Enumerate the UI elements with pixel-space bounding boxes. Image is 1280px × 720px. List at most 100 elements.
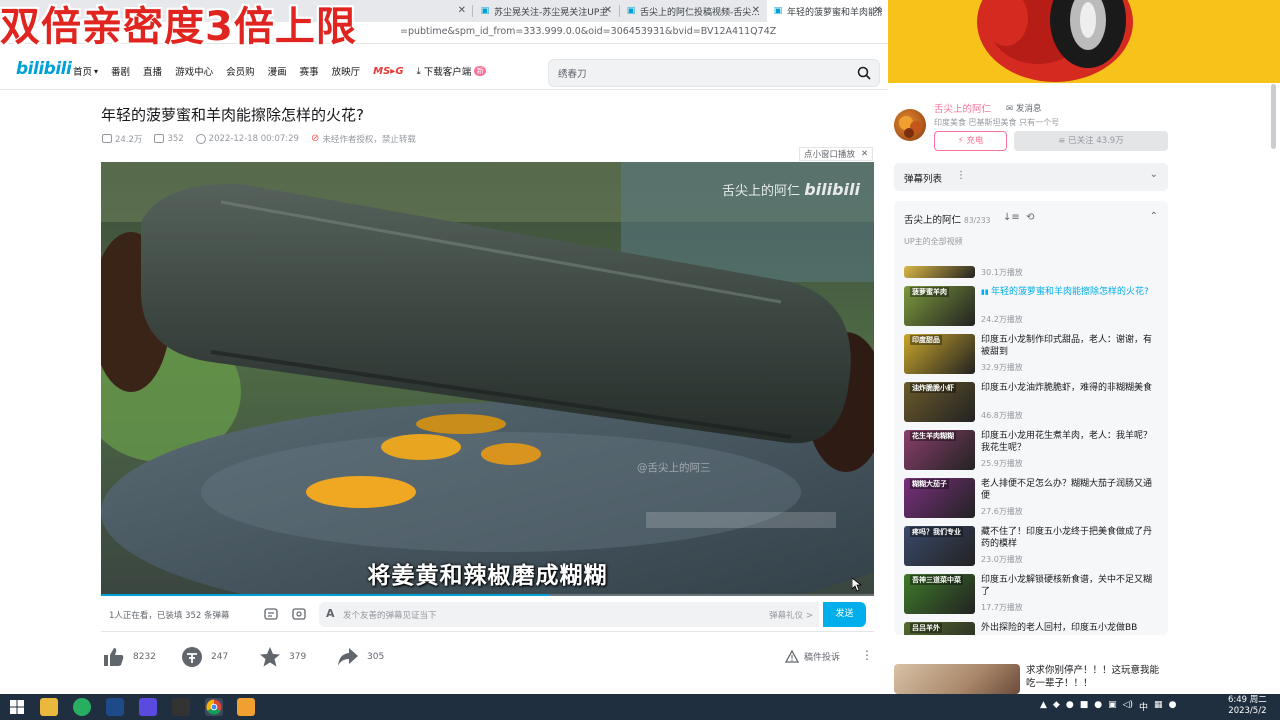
nav-home[interactable]: 首页 ▾ bbox=[73, 64, 98, 79]
coin-button[interactable]: 247 bbox=[181, 646, 228, 668]
playlist-thumbnail[interactable]: 吕吕羊外 bbox=[904, 622, 975, 635]
tray-icon[interactable]: ● bbox=[1094, 700, 1102, 713]
search-box[interactable]: 绣春刀 bbox=[548, 59, 880, 87]
volume-icon[interactable]: ◁) bbox=[1123, 700, 1133, 713]
recommended-video[interactable]: 求求你别停产！！！这玩意我能吃一辈子！！！ bbox=[894, 664, 1168, 694]
playlist-thumbnail[interactable]: 菠萝蜜羊肉 bbox=[904, 286, 975, 326]
tray-icon[interactable]: ● bbox=[1066, 700, 1074, 713]
video-player[interactable]: 舌尖上的阿仁 bilibili @舌尖上的阿三 将姜黄和辣椒磨成糊糊 bbox=[101, 162, 874, 596]
tray-icon[interactable]: ▲ bbox=[1040, 700, 1047, 713]
like-button[interactable]: 8232 bbox=[103, 646, 156, 668]
share-button[interactable]: 305 bbox=[337, 646, 384, 668]
nav-esports[interactable]: 赛事 bbox=[300, 64, 319, 78]
playlist-item[interactable]: 菠萝蜜羊肉 ▮▮ 年轻的菠萝蜜和羊肉能擦除怎样的火花? 24.2万播放 bbox=[904, 286, 1164, 330]
playlist-thumbnail[interactable]: 油炸脆脆小虾 bbox=[904, 382, 975, 422]
browser-tab-current[interactable]: ▣ 年轻的菠萝蜜和羊肉能擦除... ✕ bbox=[767, 0, 888, 22]
send-message-link[interactable]: ✉ 发消息 bbox=[1006, 102, 1041, 114]
playlist-thumbnail[interactable]: 花生羊肉糊糊 bbox=[904, 430, 975, 470]
playlist-item[interactable]: 糊糊大茄子 老人排便不足怎么办？糊糊大茄子润肠又通便 27.6万播放 bbox=[904, 478, 1164, 522]
playlist-thumbnail[interactable] bbox=[904, 266, 975, 278]
nav-vip-shop[interactable]: 会员购 bbox=[226, 64, 255, 78]
nav-live[interactable]: 直播 bbox=[143, 64, 162, 78]
wechat-icon[interactable] bbox=[73, 698, 91, 716]
more-options-icon[interactable]: ⋮ bbox=[956, 170, 966, 181]
tray-icon[interactable]: ● bbox=[1169, 700, 1177, 713]
close-icon[interactable]: ✕ bbox=[458, 5, 466, 17]
obs-icon[interactable] bbox=[172, 698, 190, 716]
playlist-item-title[interactable]: 藏不住了！印度五小龙终于把美食做成了丹药的模样 bbox=[981, 526, 1158, 550]
danmaku-settings-icon[interactable] bbox=[291, 606, 307, 622]
uploader-name[interactable]: 舌尖上的阿仁 bbox=[934, 101, 991, 115]
search-input[interactable]: 绣春刀 bbox=[558, 66, 587, 80]
follow-button[interactable]: ≡ 已关注 43.9万 bbox=[1014, 131, 1168, 151]
browser-tab-partial[interactable]: ✕ bbox=[400, 0, 472, 22]
danmaku-input[interactable]: A 发个友善的弹幕见证当下 弹幕礼仪 > bbox=[319, 602, 819, 627]
nav-download-client[interactable]: ⤓ 下载客户端 新 bbox=[417, 64, 487, 78]
nav-game-center[interactable]: 游戏中心 bbox=[175, 64, 213, 78]
playlist-item[interactable]: 印度甜品 印度五小龙制作印式甜品，老人：谢谢，有被甜到 32.9万播放 bbox=[904, 334, 1164, 378]
playlist-item[interactable]: 疼吗？我们专业 藏不住了！印度五小龙终于把美食做成了丹药的模样 23.0万播放 bbox=[904, 526, 1164, 570]
playlist-thumbnail[interactable]: 印度甜品 bbox=[904, 334, 975, 374]
tray-icon[interactable]: ■ bbox=[1080, 700, 1089, 713]
bilibili-logo[interactable]: bilibili bbox=[16, 59, 72, 79]
app-icon[interactable] bbox=[106, 698, 124, 716]
playlist-item-title[interactable]: 印度五小龙制作印式甜品，老人：谢谢，有被甜到 bbox=[981, 334, 1158, 358]
playlist-item-title[interactable]: ▮▮ 年轻的菠萝蜜和羊肉能擦除怎样的火花? bbox=[981, 286, 1158, 298]
playlist-item[interactable]: 花生羊肉糊糊 印度五小龙用花生煮羊肉，老人：我羊呢？我花生呢？ 25.9万播放 bbox=[904, 430, 1164, 474]
playlist-item-title[interactable]: 外出探险的老人回村，印度五小龙做BB bbox=[981, 622, 1158, 634]
chevron-down-icon[interactable]: ⌄ bbox=[1150, 169, 1158, 180]
playlist-item[interactable]: 吾神三道菜中菜 印度五小龙解锁硬核新食谱，关中不足又糊了 17.7万播放 bbox=[904, 574, 1164, 618]
mini-window-button[interactable]: 点小窗口播放 ✕ bbox=[799, 147, 874, 161]
nav-msg-mall[interactable]: MS▸G bbox=[373, 66, 403, 77]
tray-icon[interactable]: ▣ bbox=[1108, 700, 1117, 713]
browser-tab-following[interactable]: ▣ 苏尘晃关注-苏尘晃关注UP主 ✕ bbox=[474, 0, 618, 22]
report-button[interactable]: 稿件投诉 bbox=[785, 650, 840, 663]
close-icon[interactable]: ✕ bbox=[861, 149, 868, 159]
playlist-thumbnail[interactable]: 糊糊大茄子 bbox=[904, 478, 975, 518]
chrome-icon[interactable] bbox=[205, 698, 223, 716]
input-language-indicator[interactable]: 中 bbox=[1139, 700, 1148, 713]
playlist-thumbnail[interactable]: 疼吗？我们专业 bbox=[904, 526, 975, 566]
text-style-icon[interactable]: A bbox=[326, 607, 335, 620]
windows-start-icon[interactable] bbox=[8, 698, 26, 716]
tray-icon[interactable]: ◆ bbox=[1053, 700, 1060, 713]
playlist-item-title[interactable]: 印度五小龙解锁硬核新食谱，关中不足又糊了 bbox=[981, 574, 1158, 598]
uploader-avatar[interactable] bbox=[894, 109, 926, 141]
playlist-item[interactable]: 油炸脆脆小虾 印度五小龙油炸脆脆虾，难得的非糊糊美食 46.8万播放 bbox=[904, 382, 1164, 426]
app-icon[interactable] bbox=[237, 698, 255, 716]
nav-cinema[interactable]: 放映厅 bbox=[332, 64, 361, 78]
playlist-order-icons[interactable]: ↓≡ ⟲ bbox=[1003, 212, 1035, 223]
playlist-item[interactable]: 吕吕羊外 外出探险的老人回村，印度五小龙做BB bbox=[904, 622, 1164, 635]
playlist-item-title[interactable]: 印度五小龙用花生煮羊肉，老人：我羊呢？我花生呢？ bbox=[981, 430, 1158, 454]
recommended-title[interactable]: 求求你别停产！！！这玩意我能吃一辈子！！！ bbox=[1026, 664, 1168, 690]
send-button[interactable]: 发送 bbox=[823, 602, 866, 627]
nav-manga[interactable]: 漫画 bbox=[268, 64, 287, 78]
app-icon[interactable] bbox=[139, 698, 157, 716]
file-explorer-icon[interactable] bbox=[40, 698, 58, 716]
browser-tab-uploader[interactable]: ▣ 舌尖上的阿仁投稿视频-舌尖... ✕ bbox=[620, 0, 766, 22]
recommended-thumbnail[interactable] bbox=[894, 664, 1020, 694]
sort-icon[interactable]: ↓≡ bbox=[1003, 212, 1020, 223]
playlist-thumbnail[interactable]: 吾神三道菜中菜 bbox=[904, 574, 975, 614]
page-scrollbar[interactable] bbox=[1271, 84, 1276, 149]
tray-icon[interactable]: ▦ bbox=[1154, 700, 1163, 713]
chevron-up-icon[interactable]: ⌃ bbox=[1150, 211, 1158, 222]
loop-icon[interactable]: ⟲ bbox=[1026, 212, 1034, 223]
nav-anime[interactable]: 番剧 bbox=[111, 64, 130, 78]
danmaku-toggle-icon[interactable] bbox=[263, 606, 279, 622]
search-icon[interactable] bbox=[857, 66, 871, 80]
playlist-item-title[interactable]: 老人排便不足怎么办？糊糊大茄子润肠又通便 bbox=[981, 478, 1158, 502]
progress-bar[interactable] bbox=[101, 594, 874, 596]
close-icon[interactable]: ✕ bbox=[752, 5, 760, 17]
more-options-icon[interactable]: ⋮ bbox=[861, 648, 873, 662]
favorite-button[interactable]: 379 bbox=[259, 646, 306, 668]
url-text[interactable]: =pubtime&spm_id_from=333.999.0.0&oid=306… bbox=[400, 26, 776, 37]
close-icon[interactable]: ✕ bbox=[874, 5, 882, 17]
clock-icon bbox=[195, 133, 206, 144]
playlist-item-title[interactable]: 印度五小龙油炸脆脆虾，难得的非糊糊美食 bbox=[981, 382, 1158, 394]
danmaku-list-panel[interactable]: 弹幕列表 ⋮ ⌄ bbox=[894, 163, 1168, 191]
close-icon[interactable]: ✕ bbox=[604, 5, 612, 17]
charge-button[interactable]: ⚡ 充电 bbox=[934, 131, 1007, 151]
taskbar-clock[interactable]: 6:49 周二 2023/5/2 bbox=[1228, 695, 1267, 717]
danmaku-etiquette-link[interactable]: 弹幕礼仪 > bbox=[769, 609, 813, 621]
